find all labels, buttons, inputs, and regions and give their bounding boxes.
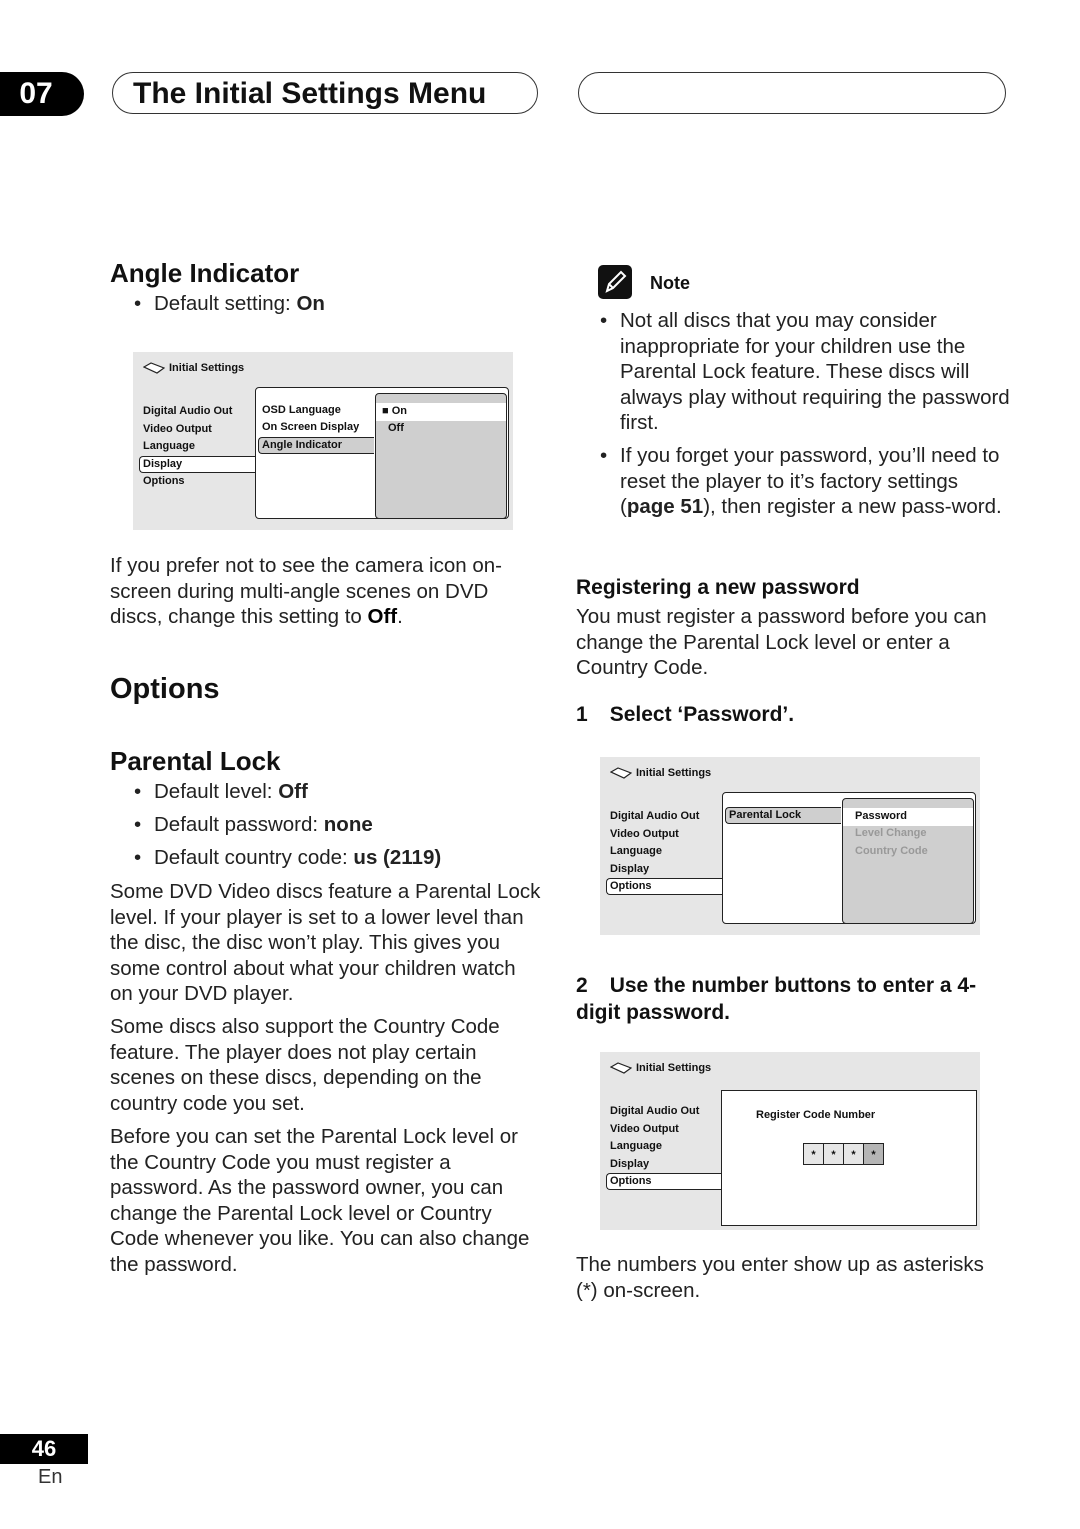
label: Default country code: xyxy=(154,846,354,869)
menu-item[interactable]: Options xyxy=(143,473,258,491)
note-title: Note xyxy=(650,273,690,293)
osd-title-text: Initial Settings xyxy=(169,362,245,374)
default-country-code: Default country code: us (2119) xyxy=(134,846,442,870)
disc-tray-icon xyxy=(610,767,632,779)
option-country-code: Country Code xyxy=(855,845,928,857)
options-heading: Options xyxy=(110,673,220,705)
menu-item[interactable]: Video Output xyxy=(143,421,258,439)
menu-item[interactable]: Digital Audio Out xyxy=(143,403,258,421)
label: Default setting: xyxy=(154,292,297,315)
disc-tray-icon xyxy=(610,1062,632,1074)
step-text: Select ‘Password’. xyxy=(609,703,795,726)
menu-item[interactable]: Display xyxy=(610,1156,725,1174)
option-off[interactable]: Off xyxy=(388,420,404,438)
osd-left-menu: Digital Audio Out Video Output Language … xyxy=(139,403,258,491)
registering-heading: Registering a new password xyxy=(576,576,860,599)
osd-title: Initial Settings xyxy=(610,767,711,779)
angle-indicator-heading: Angle Indicator xyxy=(110,258,300,288)
default-level: Default level: Off xyxy=(134,780,308,804)
value: us (2119) xyxy=(353,846,442,869)
menu-item[interactable]: Display xyxy=(610,861,725,879)
menu-item-selected[interactable]: Angle Indicator xyxy=(258,437,374,454)
default-password: Default password: none xyxy=(134,813,373,837)
register-code-prompt: Register Code Number xyxy=(756,1109,876,1121)
menu-item-selected[interactable]: Parental Lock xyxy=(725,807,841,824)
menu-item[interactable]: Digital Audio Out xyxy=(610,1103,725,1121)
menu-item[interactable]: Language xyxy=(610,1138,725,1156)
code-digit: * xyxy=(803,1143,824,1165)
osd-right-panel: Password Level Change Country Code xyxy=(842,798,974,924)
osd-screen-parental-lock: Initial Settings Digital Audio Out Video… xyxy=(600,757,980,935)
step-number: 1 xyxy=(576,703,588,726)
text: ), then register a new pass-word. xyxy=(703,495,1002,519)
page-number: 46 xyxy=(0,1434,88,1464)
menu-item[interactable]: Language xyxy=(610,843,725,861)
text: . xyxy=(397,605,403,629)
register-code-dialog: Register Code Number * * * * xyxy=(721,1090,977,1226)
registering-intro: You must register a password before you … xyxy=(576,605,987,680)
note-item: Not all discs that you may consider inap… xyxy=(600,308,1010,436)
option-level-change: Level Change xyxy=(855,827,927,839)
option-on[interactable]: ■ On xyxy=(376,403,506,421)
chapter-title: The Initial Settings Menu xyxy=(112,72,538,114)
menu-item-selected[interactable]: Display xyxy=(139,455,258,473)
step-2: 2 Use the number buttons to enter a 4-dig… xyxy=(576,972,1006,1026)
menu-item-selected[interactable]: Options xyxy=(606,878,725,895)
registering-outro: The numbers you enter show up as asteris… xyxy=(576,1253,984,1302)
code-digit: * xyxy=(843,1143,864,1165)
osd-left-menu: Digital Audio Out Video Output Language … xyxy=(606,808,725,895)
osd-title-text: Initial Settings xyxy=(636,767,712,779)
value: On xyxy=(296,292,325,315)
option-password[interactable]: Password xyxy=(843,808,973,826)
text: If you prefer not to see the camera icon… xyxy=(110,554,502,629)
osd-title: Initial Settings xyxy=(610,1062,711,1074)
disc-tray-icon xyxy=(143,362,165,374)
parental-paragraph-2: Some discs also support the Country Code… xyxy=(110,1015,500,1115)
page-link[interactable]: page 51 xyxy=(627,495,703,518)
menu-item[interactable]: On Screen Display xyxy=(262,419,359,437)
osd-left-menu: Digital Audio Out Video Output Language … xyxy=(606,1103,725,1190)
note-list: Not all discs that you may consider inap… xyxy=(600,308,1010,527)
page-language: En xyxy=(38,1466,63,1488)
osd-right-panel: ■ On Off xyxy=(375,393,507,519)
osd-title: Initial Settings xyxy=(143,362,244,374)
menu-item[interactable]: Language xyxy=(143,438,258,456)
chapter-number-badge: 07 xyxy=(0,72,84,116)
angle-description: If you prefer not to see the camera icon… xyxy=(110,553,530,630)
parental-lock-heading: Parental Lock xyxy=(110,746,281,776)
menu-item-selected[interactable]: Options xyxy=(606,1173,725,1190)
angle-default-setting: Default setting: On xyxy=(134,292,325,316)
menu-item[interactable]: OSD Language xyxy=(262,402,341,420)
step-number: 2 xyxy=(576,974,588,997)
osd-screen-angle-indicator: Initial Settings Digital Audio Out Video… xyxy=(133,352,513,530)
menu-item[interactable]: Digital Audio Out xyxy=(610,808,725,826)
chapter-subtitle-box xyxy=(578,72,1006,114)
step-text: Use the number buttons to enter a 4-digi… xyxy=(576,974,977,1024)
chapter-number: 07 xyxy=(19,77,53,110)
value: Off xyxy=(367,605,398,629)
osd-screen-register-code: Initial Settings Digital Audio Out Video… xyxy=(600,1052,980,1230)
pencil-icon xyxy=(605,270,627,293)
label: Default password: xyxy=(154,813,324,836)
osd-title-text: Initial Settings xyxy=(636,1062,712,1074)
pencil-note-icon xyxy=(598,265,632,299)
note-item: If you forget your password, you’ll need… xyxy=(600,443,1010,520)
code-input[interactable]: * * * * xyxy=(803,1143,884,1165)
code-digit: * xyxy=(823,1143,844,1165)
selected-marker-icon: ■ xyxy=(382,405,389,417)
code-digit-active: * xyxy=(863,1143,884,1165)
label: Default level: xyxy=(154,780,279,803)
step-1: 1 Select ‘Password’. xyxy=(576,703,794,727)
parental-paragraph-3: Before you can set the Parental Lock lev… xyxy=(110,1125,530,1276)
parental-paragraph-1: Some DVD Video discs feature a Parental … xyxy=(110,880,541,1006)
value: Off xyxy=(278,780,308,803)
menu-item[interactable]: Video Output xyxy=(610,1121,725,1139)
menu-item[interactable]: Video Output xyxy=(610,826,725,844)
value: none xyxy=(323,813,373,836)
option-label: On xyxy=(391,405,407,417)
